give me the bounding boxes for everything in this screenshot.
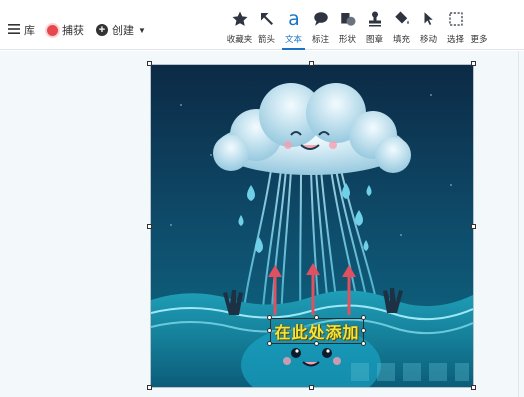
tool-group: 收藏夹 箭头 a 文本 标注 形状 图章 填充 移动 选择 更多 <box>226 8 489 50</box>
text-handle-top[interactable] <box>314 315 319 320</box>
tool-arrow[interactable]: 箭头 <box>253 8 280 48</box>
create-label: 创建 <box>112 25 134 37</box>
resize-handle-top[interactable] <box>309 61 314 66</box>
callout-icon <box>309 8 333 30</box>
toolbar: 库 捕获 + 创建 ▼ 收藏夹 箭头 a 文本 标注 形状 图章 填充 移动 选… <box>0 0 524 50</box>
text-handle-top-left[interactable] <box>267 315 272 320</box>
text-handle-right[interactable] <box>361 328 366 333</box>
stamp-icon <box>363 8 387 30</box>
fill-icon <box>390 8 414 30</box>
tool-move-label: 移动 <box>419 34 437 44</box>
text-handle-bottom-left[interactable] <box>267 341 272 346</box>
more-icon <box>469 8 489 30</box>
text-handle-top-right[interactable] <box>361 315 366 320</box>
tool-stamp[interactable]: 图章 <box>361 8 388 48</box>
select-icon <box>444 8 468 30</box>
text-handle-bottom-right[interactable] <box>361 341 366 346</box>
tool-text[interactable]: a 文本 <box>280 8 307 50</box>
plus-circle-icon: + <box>96 24 108 36</box>
library-label: 库 <box>24 25 35 37</box>
star-icon <box>228 8 252 30</box>
tool-shape-label: 形状 <box>338 34 356 44</box>
capture-label: 捕获 <box>62 25 84 37</box>
resize-handle-top-right[interactable] <box>471 61 476 66</box>
tool-text-label: 文本 <box>284 34 302 44</box>
resize-handle-top-left[interactable] <box>147 61 152 66</box>
text-handle-bottom[interactable] <box>314 341 319 346</box>
tool-shape[interactable]: 形状 <box>334 8 361 48</box>
resize-handle-bottom-left[interactable] <box>147 385 152 390</box>
shape-icon <box>336 8 360 30</box>
svg-text:a: a <box>288 9 300 29</box>
library-button[interactable]: 库 <box>8 22 35 38</box>
resize-handle-bottom-right[interactable] <box>471 385 476 390</box>
capture-button[interactable]: 捕获 <box>47 22 84 38</box>
tool-favorites-label: 收藏夹 <box>226 34 253 44</box>
record-icon <box>47 24 58 36</box>
resize-handle-bottom[interactable] <box>309 385 314 390</box>
tool-select[interactable]: 选择 <box>442 8 469 48</box>
resize-handle-right[interactable] <box>471 224 476 229</box>
text-handle-left[interactable] <box>267 328 272 333</box>
tool-more-label: 更多 <box>470 34 488 44</box>
tool-fill[interactable]: 填充 <box>388 8 415 48</box>
tool-move[interactable]: 移动 <box>415 8 442 48</box>
text-icon: a <box>282 8 306 30</box>
tool-select-label: 选择 <box>446 34 464 44</box>
hamburger-menu-icon <box>8 23 20 37</box>
move-icon <box>417 8 441 30</box>
caret-down-icon: ▼ <box>138 25 146 35</box>
panel-divider <box>518 51 519 397</box>
tool-arrow-label: 箭头 <box>257 34 275 44</box>
tool-favorites[interactable]: 收藏夹 <box>226 8 253 48</box>
tool-callout-label: 标注 <box>311 34 329 44</box>
tool-fill-label: 填充 <box>392 34 410 44</box>
arrow-icon <box>255 8 279 30</box>
toolbar-left-group: 库 捕获 + 创建 ▼ <box>8 22 146 38</box>
tool-stamp-label: 图章 <box>365 34 383 44</box>
tool-callout[interactable]: 标注 <box>307 8 334 48</box>
resize-handle-left[interactable] <box>147 224 152 229</box>
create-button[interactable]: + 创建 ▼ <box>96 22 146 38</box>
tool-more[interactable]: 更多 <box>469 8 489 48</box>
